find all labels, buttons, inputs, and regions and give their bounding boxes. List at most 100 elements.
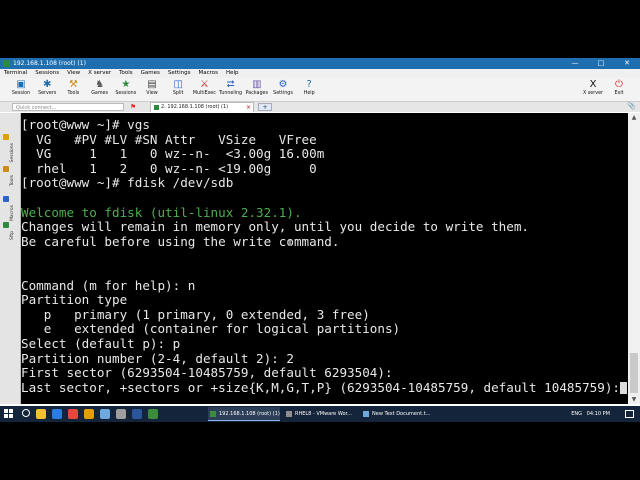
servers-button[interactable]: ✱ Servers	[34, 79, 60, 96]
minimize-button[interactable]: —	[562, 58, 588, 69]
help-button[interactable]: ? Help	[296, 79, 322, 96]
xserver-icon: X	[589, 79, 597, 90]
toolbar-label: Sessions	[115, 91, 137, 96]
toolbar-label: MultiExec	[192, 91, 216, 96]
taskbar-task-label: RHEL8 - VMware Wor...	[295, 411, 352, 417]
settings-app-icon[interactable]	[116, 409, 126, 419]
toolbar-label: Settings	[273, 91, 293, 96]
sessions-button[interactable]: ★ Sessions	[113, 79, 139, 96]
menu-terminal[interactable]: Terminal	[0, 69, 31, 78]
settings-button[interactable]: ⚙ Settings	[270, 79, 296, 96]
view-icon: ▤	[147, 79, 157, 90]
terminal-line: [root@www ~]# fdisk /dev/sdb	[21, 175, 234, 191]
notepad-task-icon	[363, 411, 369, 417]
multiexec-button[interactable]: ⚔ MultiExec	[191, 79, 217, 96]
scroll-up-icon[interactable]: ▲	[628, 113, 640, 122]
packages-icon: ▥	[252, 79, 262, 90]
sidebar-tab-sessions[interactable]: Sessions	[10, 143, 15, 163]
sessions-side-icon[interactable]	[3, 134, 9, 140]
notification-icon[interactable]	[625, 410, 634, 418]
system-tray: ENG	[571, 406, 582, 422]
games-button[interactable]: ♞ Games	[87, 79, 113, 96]
tunneling-button[interactable]: ⮂ Tunneling	[218, 79, 244, 96]
tools-side-icon[interactable]	[3, 166, 9, 172]
maximize-button[interactable]: □	[588, 58, 614, 69]
toolbar-label: X server	[583, 91, 603, 96]
menu-x-server[interactable]: X server	[84, 69, 115, 78]
taskbar-task[interactable]: RHEL8 - VMware Wor...	[284, 407, 358, 421]
exit-button[interactable]: ⏻ Exit	[606, 79, 632, 96]
sidebar-tab-macros[interactable]: Macros	[10, 205, 15, 221]
toolbar-label: Split	[172, 91, 184, 96]
split-icon: ◫	[173, 79, 183, 90]
home-tab-icon[interactable]: ⚑	[128, 103, 138, 111]
terminal-line: Command (m for help): n	[21, 277, 196, 293]
language-indicator[interactable]: ENG	[571, 411, 582, 417]
new-tab-button[interactable]: +	[258, 103, 272, 111]
toolbar: ▣ Session ✱ Servers ⚒ Tools ♞ Games ★ Sessions ▤ Vi…	[0, 78, 640, 102]
menu-games[interactable]: Games	[137, 69, 164, 78]
scroll-thumb[interactable]	[630, 353, 638, 393]
terminal-line: Select (default p): p	[21, 335, 181, 351]
window-controls: — □ ✕	[562, 58, 640, 69]
close-tab-icon[interactable]: ×	[246, 103, 251, 112]
view-button[interactable]: ▤ View	[139, 79, 165, 96]
sidebar-tab-sftp[interactable]: Sftp	[10, 231, 15, 240]
session-tab[interactable]: 2. 192.168.1.108 (root) (1) ×	[150, 102, 254, 112]
scroll-down-icon[interactable]: ▼	[628, 395, 640, 404]
servers-icon: ✱	[42, 79, 52, 90]
attach-icon[interactable]: 📎	[627, 102, 636, 110]
taskbar-task-label: 192.168.1.108 (root) (1)	[219, 411, 280, 417]
tools-button[interactable]: ⚒ Tools	[60, 79, 86, 96]
menu-tools[interactable]: Tools	[115, 69, 137, 78]
menu-view[interactable]: View	[63, 69, 84, 78]
taskbar-task[interactable]: New Text Document.t...	[361, 407, 435, 421]
file-explorer-icon[interactable]	[36, 409, 46, 419]
menu-sessions[interactable]: Sessions	[31, 69, 63, 78]
toolbar-label: Session	[11, 91, 31, 96]
word-icon[interactable]	[132, 409, 142, 419]
toolbar-label: Tools	[67, 91, 80, 96]
toolbar-label: Exit	[614, 91, 624, 96]
session-icon: ▣	[16, 79, 26, 90]
menu-bar: Terminal Sessions View X server Tools Games Se…	[0, 69, 640, 78]
toolbar-label: Games	[91, 91, 108, 96]
menu-macros[interactable]: Macros	[194, 69, 222, 78]
macros-side-icon[interactable]	[3, 196, 9, 202]
toolbar-label: Tunneling	[219, 91, 243, 96]
start-button[interactable]	[4, 409, 14, 419]
terminal-output: [root@www ~]# vgs VG #PV #LV #SN Attr VS…	[21, 117, 627, 395]
terminal-line: rhel 1 2 0 wz--n- <19.00g 0	[21, 160, 317, 176]
folder-icon[interactable]	[84, 409, 94, 419]
session-tab-icon	[154, 105, 159, 110]
menu-help[interactable]: Help	[222, 69, 243, 78]
terminal-line: Last sector, +sectors or +size{K,M,G,T,P…	[21, 379, 620, 395]
mobaxterm-icon[interactable]	[148, 409, 158, 419]
clock[interactable]: 04:10 PM	[587, 406, 610, 422]
split-button[interactable]: ◫ Split	[165, 79, 191, 96]
text-cursor	[619, 381, 627, 394]
session-button[interactable]: ▣ Session	[8, 79, 34, 96]
store-icon[interactable]	[100, 409, 110, 419]
packages-button[interactable]: ▥ Packages	[244, 79, 270, 96]
terminal-line: Be careful before using the write comman…	[21, 233, 340, 249]
sftp-side-icon[interactable]	[3, 222, 9, 228]
sidebar-tab-tools[interactable]: Tools	[10, 175, 15, 186]
edge-icon[interactable]	[52, 409, 62, 419]
search-icon[interactable]	[22, 409, 30, 417]
chrome-icon[interactable]	[68, 409, 78, 419]
menu-settings[interactable]: Settings	[164, 69, 195, 78]
terminal[interactable]: [root@www ~]# vgs VG #PV #LV #SN Attr VS…	[21, 113, 628, 404]
terminal-scrollbar[interactable]: ▲ ▼	[628, 113, 640, 404]
mouse-cursor	[289, 240, 291, 246]
quick-connect-input[interactable]: Quick connect...	[12, 103, 124, 111]
settings-icon: ⚙	[278, 79, 288, 90]
taskbar-task[interactable]: 192.168.1.108 (root) (1)	[208, 407, 280, 421]
sessions-icon: ★	[121, 79, 131, 90]
window-title: 192.168.1.108 (root) (1)	[13, 60, 86, 67]
taskbar-task-label: New Text Document.t...	[372, 411, 431, 417]
toolbar-label: Packages	[245, 91, 268, 96]
x-server-button[interactable]: XX server	[580, 79, 606, 96]
close-button[interactable]: ✕	[614, 58, 640, 69]
terminal-line: p primary (1 primary, 0 extended, 3 free…	[21, 306, 370, 322]
